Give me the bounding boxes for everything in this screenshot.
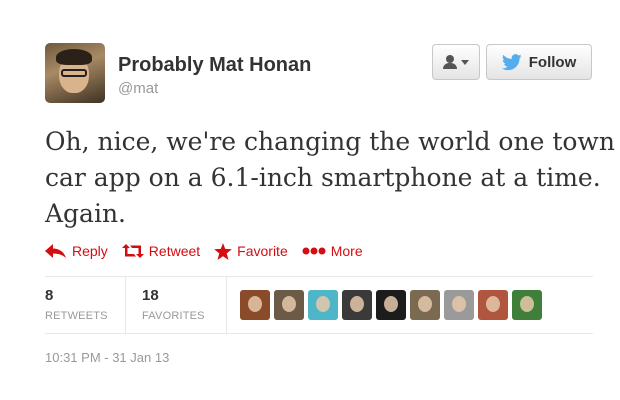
follow-label: Follow xyxy=(528,53,577,71)
twitter-bird-icon xyxy=(501,53,522,70)
stats-divider-top xyxy=(45,276,593,277)
retweet-label: Retweet xyxy=(148,243,201,259)
more-dots-icon xyxy=(302,247,326,255)
tweet-text: Oh, nice, we're changing the world one t… xyxy=(45,124,615,232)
user-actions-dropdown-button[interactable] xyxy=(432,44,480,80)
reply-label: Reply xyxy=(72,243,108,259)
favoriter-avatar[interactable] xyxy=(240,290,270,320)
author-screen-name[interactable]: @mat xyxy=(118,80,158,97)
favoriter-avatar[interactable] xyxy=(274,290,304,320)
avatar-glasses-shape xyxy=(61,69,87,77)
author-avatar[interactable] xyxy=(45,43,105,103)
favoriter-avatar[interactable] xyxy=(410,290,440,320)
reply-arrow-icon xyxy=(45,244,66,258)
favoriter-avatar[interactable] xyxy=(512,290,542,320)
tweet-card: Probably Mat Honan @mat Follow Oh, nice,… xyxy=(0,0,620,400)
reply-button[interactable]: Reply xyxy=(45,243,108,259)
favoriter-avatar[interactable] xyxy=(376,290,406,320)
favoriter-avatar[interactable] xyxy=(444,290,474,320)
favorites-count: 18 xyxy=(142,287,159,304)
favoriter-avatar[interactable] xyxy=(478,290,508,320)
more-label: More xyxy=(330,243,363,259)
tweet-text-line: Oh, nice, we're changing the world one t… xyxy=(45,127,615,156)
caret-down-icon xyxy=(461,59,469,65)
follow-button[interactable]: Follow xyxy=(486,44,592,80)
retweet-icon xyxy=(121,244,144,258)
favoriter-avatar[interactable] xyxy=(308,290,338,320)
user-icon xyxy=(443,55,457,69)
star-icon xyxy=(214,242,233,260)
favorite-label: Favorite xyxy=(237,243,288,259)
retweet-button[interactable]: Retweet xyxy=(121,243,201,259)
stats-separator xyxy=(226,276,227,333)
favorites-stat[interactable]: 18 FAVORITES xyxy=(142,287,205,322)
retweets-label: RETWEETS xyxy=(45,310,108,322)
author-display-name[interactable]: Probably Mat Honan xyxy=(118,54,311,77)
more-button[interactable]: More xyxy=(302,243,363,259)
favorites-label: FAVORITES xyxy=(142,310,205,322)
avatar-hair-shape xyxy=(56,49,92,65)
tweet-text-line: car app on a 6.1-inch smartphone at a ti… xyxy=(45,163,601,192)
favorite-button[interactable]: Favorite xyxy=(214,242,288,260)
tweet-text-line: Again. xyxy=(45,199,127,228)
retweets-count: 8 xyxy=(45,287,54,304)
favoriter-avatars xyxy=(240,290,546,320)
tweet-timestamp[interactable]: 10:31 PM - 31 Jan 13 xyxy=(45,350,169,365)
favoriter-avatar[interactable] xyxy=(342,290,372,320)
stats-separator xyxy=(125,276,126,333)
tweet-actions: Reply Retweet Favorite More xyxy=(45,240,377,262)
stats-divider-bottom xyxy=(45,333,593,334)
retweets-stat[interactable]: 8 RETWEETS xyxy=(45,287,108,322)
